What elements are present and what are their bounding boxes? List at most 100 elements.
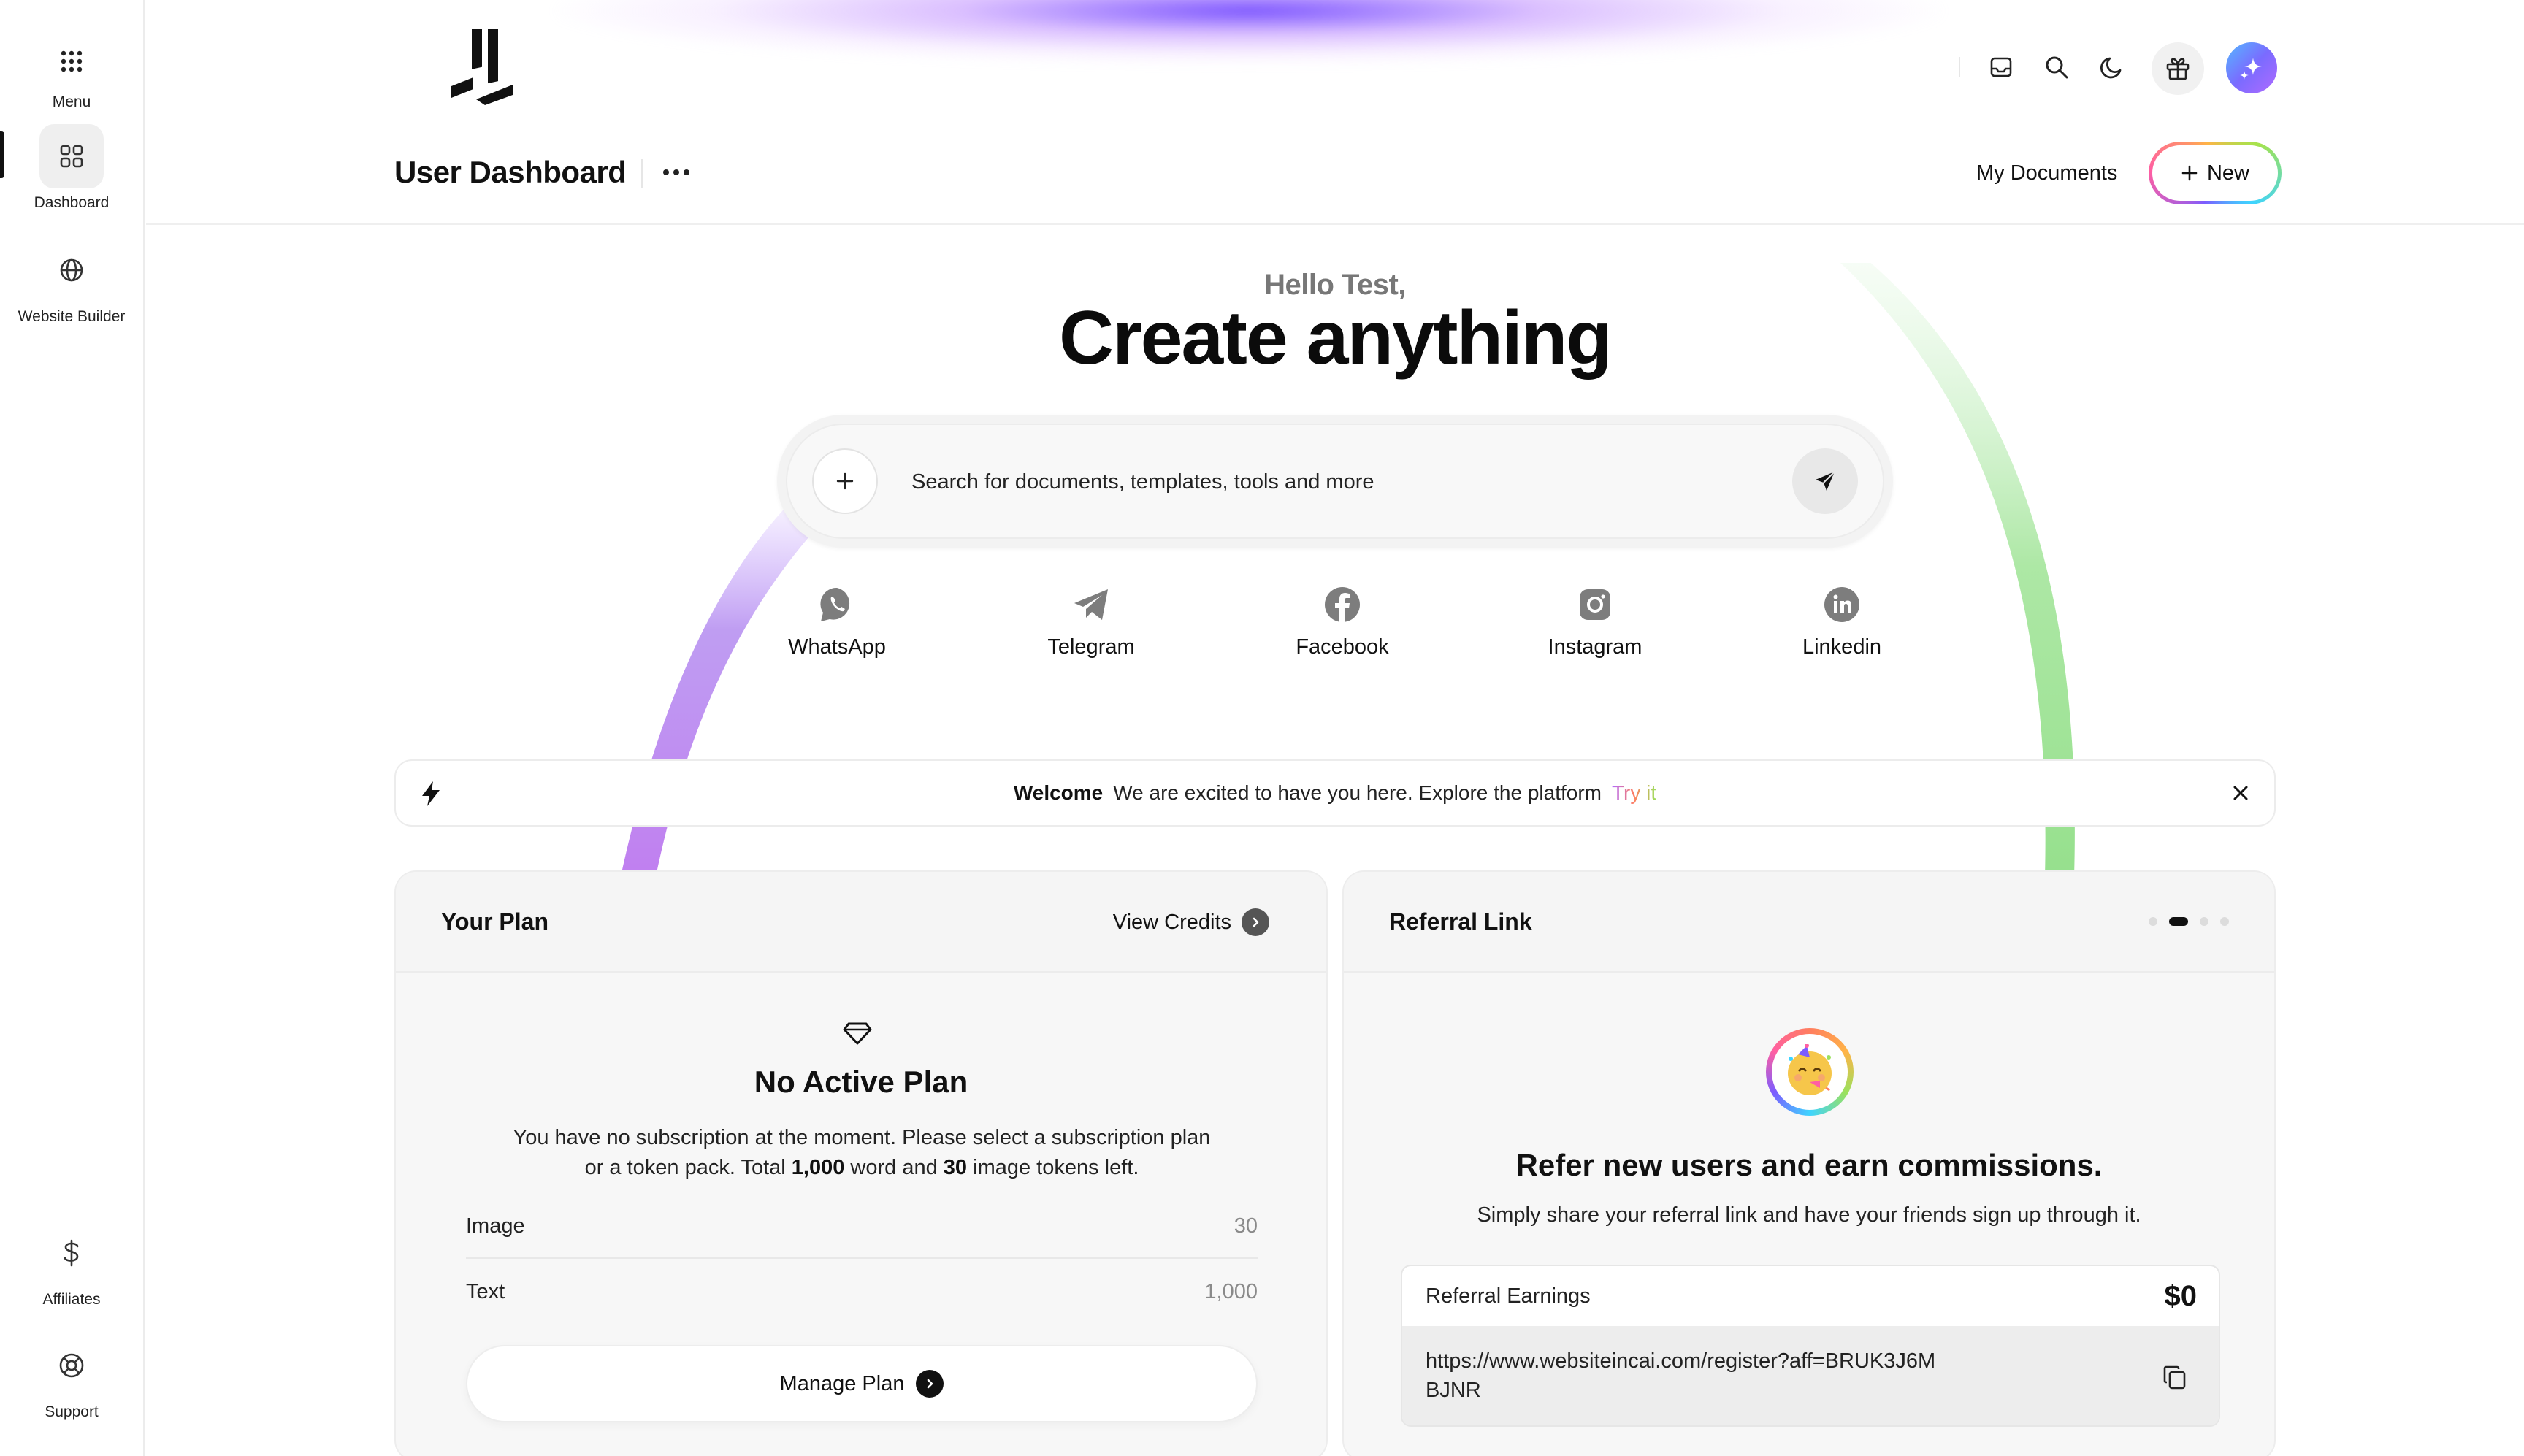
moon-icon[interactable] bbox=[2087, 42, 2137, 92]
image-tokens-count: 30 bbox=[943, 1156, 968, 1179]
social-telegram[interactable]: Telegram bbox=[1011, 584, 1171, 659]
search-input[interactable] bbox=[911, 454, 1751, 510]
referral-link-row: https://www.websiteincai.com/register?af… bbox=[1402, 1326, 2219, 1425]
banner-title: Welcome bbox=[1013, 781, 1104, 804]
referral-details: Referral Earnings $0 https://www.website… bbox=[1401, 1265, 2220, 1427]
chevron-right-icon bbox=[1242, 908, 1269, 936]
social-whatsapp[interactable]: WhatsApp bbox=[757, 584, 917, 659]
chevron-right-icon bbox=[916, 1370, 944, 1398]
header-divider-line bbox=[146, 223, 2524, 225]
paper-plane-icon bbox=[1816, 471, 1835, 491]
close-icon bbox=[2233, 786, 2248, 800]
user-avatar[interactable] bbox=[2226, 42, 2277, 93]
page-title: User Dashboard bbox=[394, 155, 627, 189]
sidebar-item-label: Menu bbox=[52, 93, 91, 110]
manage-plan-label: Manage Plan bbox=[779, 1371, 905, 1395]
carousel-dot[interactable] bbox=[2220, 917, 2229, 926]
sidebar-item-menu[interactable]: Menu bbox=[0, 29, 143, 111]
no-active-plan-title: No Active Plan bbox=[754, 1065, 968, 1099]
dollar-icon bbox=[39, 1221, 104, 1285]
new-button-label: New bbox=[2206, 161, 2249, 185]
lifebuoy-icon bbox=[39, 1333, 104, 1398]
manage-plan-button[interactable]: Manage Plan bbox=[466, 1345, 1258, 1422]
card-header: Your Plan View Credits bbox=[396, 872, 1326, 973]
title-divider bbox=[641, 159, 643, 188]
social-shortcuts: WhatsApp Telegram Facebook Instagram Lin… bbox=[0, 584, 2524, 664]
carousel-dot[interactable] bbox=[2200, 917, 2208, 926]
party-face-icon bbox=[1772, 1034, 1848, 1110]
token-value: 30 bbox=[1234, 1214, 1258, 1238]
linkedin-icon bbox=[1821, 584, 1862, 625]
your-plan-card: Your Plan View Credits No Active Plan Yo… bbox=[394, 870, 1328, 1456]
dashboard-icon bbox=[39, 124, 104, 188]
search-bar bbox=[777, 415, 1893, 548]
close-banner-button[interactable] bbox=[2226, 778, 2255, 808]
carousel-dots bbox=[2149, 917, 2229, 926]
inbox-icon[interactable] bbox=[1976, 42, 2026, 92]
my-documents-link[interactable]: My Documents bbox=[1976, 161, 2117, 185]
token-label: Text bbox=[466, 1279, 505, 1303]
banner-text: Welcome We are excited to have you here. … bbox=[396, 781, 2274, 805]
token-row-text: Text 1,000 bbox=[466, 1259, 1258, 1325]
copy-icon bbox=[2163, 1365, 2186, 1390]
card-title: Referral Link bbox=[1389, 908, 1532, 935]
plan-description: You have no subscription at the moment. … bbox=[505, 1123, 1218, 1183]
add-attachment-button[interactable] bbox=[812, 448, 878, 514]
earnings-value: $0 bbox=[2164, 1279, 2198, 1312]
plus-icon bbox=[2181, 165, 2198, 181]
try-it-link[interactable]: Try it bbox=[1612, 781, 1656, 804]
more-options-button[interactable] bbox=[654, 156, 698, 188]
more-dots-icon bbox=[663, 169, 669, 175]
header-divider bbox=[1959, 57, 1960, 77]
carousel-dot[interactable] bbox=[2149, 917, 2157, 926]
plan-desc-text: image tokens left. bbox=[967, 1156, 1139, 1179]
carousel-dot-active[interactable] bbox=[2169, 917, 2188, 926]
sidebar: Menu Dashboard Website Builder Affiliate… bbox=[0, 0, 145, 1456]
instagram-icon bbox=[1575, 584, 1615, 625]
diamond-icon bbox=[843, 1022, 872, 1045]
copy-link-button[interactable] bbox=[2160, 1363, 2190, 1392]
sparkle-avatar-icon bbox=[2240, 58, 2262, 80]
token-row-image: Image 30 bbox=[466, 1193, 1258, 1259]
party-emoji-badge bbox=[1766, 1028, 1854, 1116]
word-tokens-count: 1,000 bbox=[791, 1156, 845, 1179]
social-instagram[interactable]: Instagram bbox=[1515, 584, 1675, 659]
social-linkedin[interactable]: Linkedin bbox=[1762, 584, 1922, 659]
top-glow-decoration bbox=[555, 0, 1943, 66]
telegram-icon bbox=[1071, 584, 1112, 625]
new-button[interactable]: New bbox=[2149, 142, 2282, 204]
referral-link-text[interactable]: https://www.websiteincai.com/register?af… bbox=[1426, 1346, 1937, 1405]
social-facebook[interactable]: Facebook bbox=[1262, 584, 1423, 659]
social-label: Instagram bbox=[1548, 635, 1642, 659]
view-credits-label: View Credits bbox=[1112, 910, 1231, 934]
gift-icon[interactable] bbox=[2152, 42, 2204, 95]
token-value: 1,000 bbox=[1204, 1279, 1258, 1303]
sidebar-item-affiliates[interactable]: Affiliates bbox=[0, 1221, 143, 1309]
view-credits-link[interactable]: View Credits bbox=[1113, 908, 1269, 936]
social-label: Facebook bbox=[1296, 635, 1389, 659]
search-icon[interactable] bbox=[2032, 42, 2081, 92]
send-button[interactable] bbox=[1792, 448, 1858, 514]
welcome-banner: Welcome We are excited to have you here. … bbox=[394, 759, 2276, 827]
hero-headline: Create anything bbox=[1059, 296, 1613, 380]
token-label: Image bbox=[466, 1214, 525, 1238]
more-dot bbox=[684, 169, 689, 175]
sidebar-item-support[interactable]: Support bbox=[0, 1333, 143, 1421]
earnings-label: Referral Earnings bbox=[1426, 1284, 1591, 1308]
plus-icon bbox=[836, 472, 854, 490]
referral-subtitle: Simply share your referral link and have… bbox=[1477, 1203, 2141, 1227]
social-label: WhatsApp bbox=[788, 635, 886, 659]
sidebar-item-label: Support bbox=[45, 1403, 99, 1420]
card-title: Your Plan bbox=[441, 908, 548, 935]
whatsapp-icon bbox=[817, 584, 857, 625]
more-dot bbox=[673, 169, 679, 175]
referral-headline: Refer new users and earn commissions. bbox=[1515, 1148, 2103, 1182]
sidebar-item-dashboard[interactable]: Dashboard bbox=[0, 124, 143, 212]
referral-card: Referral Link Refer new users and earn c… bbox=[1342, 870, 2276, 1456]
card-header: Referral Link bbox=[1344, 872, 2274, 973]
social-label: Linkedin bbox=[1802, 635, 1882, 659]
social-label: Telegram bbox=[1047, 635, 1135, 659]
new-button-inner: New bbox=[2152, 145, 2278, 201]
brand-logo[interactable] bbox=[447, 24, 517, 105]
plan-desc-text: word and bbox=[844, 1156, 944, 1179]
